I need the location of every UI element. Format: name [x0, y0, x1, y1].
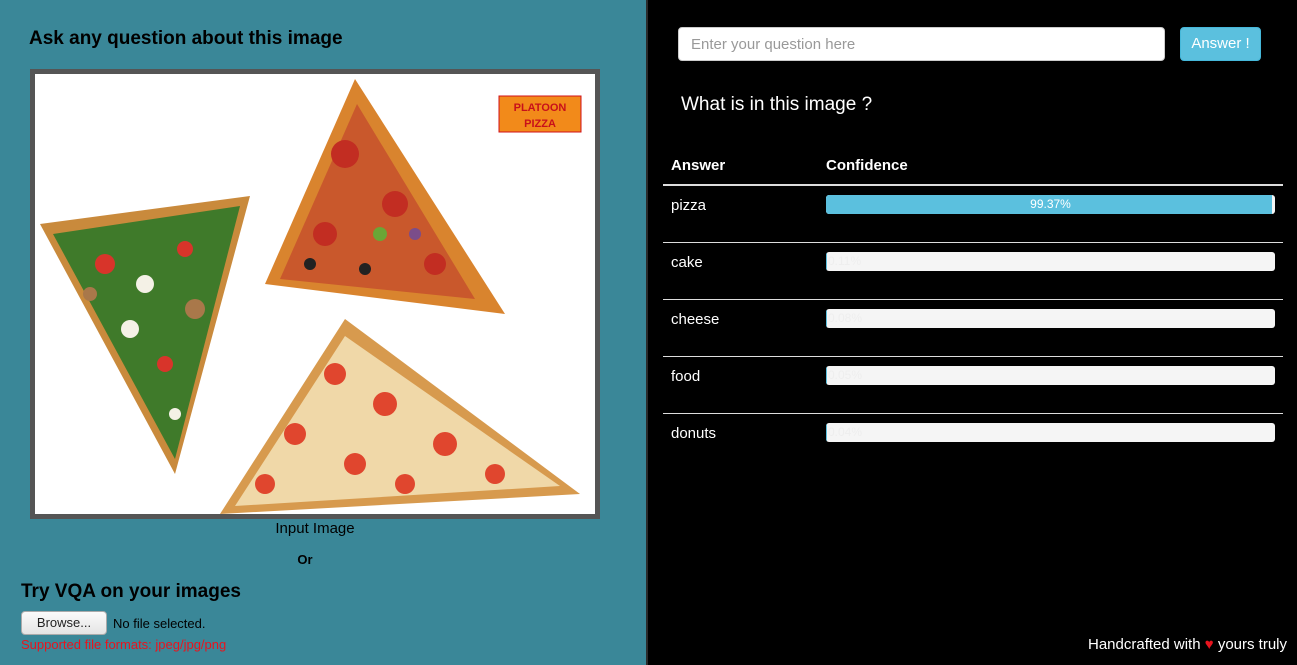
input-image: PLATOON PIZZA — [30, 69, 600, 519]
supported-formats-note: Supported file formats: jpeg/jpg/png — [21, 637, 227, 652]
confidence-label: 0.05% — [828, 368, 863, 382]
answer-button[interactable]: Answer ! — [1180, 27, 1261, 61]
confidence-bar: 0.05% — [826, 366, 1275, 385]
answer-label: donuts — [671, 425, 717, 442]
logo-text-bottom: PIZZA — [524, 118, 556, 130]
footer-suffix: yours truly — [1217, 636, 1287, 653]
footer-prefix: Handcrafted with — [1088, 636, 1201, 653]
pizza-image: PLATOON PIZZA — [35, 74, 595, 514]
confidence-label: 0.11% — [828, 254, 862, 268]
answer-label: food — [671, 368, 701, 385]
footer: Handcrafted with ♥ yours truly — [1088, 636, 1287, 653]
answer-label: cheese — [671, 311, 720, 328]
row-divider — [663, 242, 1283, 243]
answer-label: pizza — [671, 197, 707, 214]
column-header-answer: Answer — [671, 157, 726, 174]
question-input[interactable] — [678, 27, 1165, 61]
browse-button[interactable]: Browse... — [21, 611, 107, 635]
logo-text-top: PLATOON — [514, 102, 567, 114]
confidence-bar: 0.04% — [826, 423, 1275, 442]
file-status: No file selected. — [113, 616, 206, 631]
page-heading: Ask any question about this image — [29, 28, 343, 49]
panel-divider — [646, 0, 648, 665]
current-question: What is in this image ? — [681, 94, 873, 115]
confidence-label: 0.04% — [828, 425, 863, 439]
confidence-bar: 0.11% — [826, 252, 1275, 271]
heart-icon: ♥ — [1204, 636, 1214, 653]
confidence-label: 99.37% — [1030, 197, 1071, 211]
image-caption: Input Image — [275, 520, 355, 537]
left-panel: Ask any question about this image PLATOO… — [0, 0, 646, 665]
row-divider — [663, 299, 1283, 300]
row-divider — [663, 356, 1283, 357]
upload-heading: Try VQA on your images — [21, 581, 241, 602]
table-header-rule — [663, 184, 1283, 186]
confidence-bar: 99.37% — [826, 195, 1275, 214]
or-separator: Or — [297, 552, 313, 567]
row-divider — [663, 413, 1283, 414]
column-header-confidence: Confidence — [826, 157, 908, 174]
answer-label: cake — [671, 254, 703, 271]
confidence-bar: 0.08% — [826, 309, 1275, 328]
confidence-label: 0.08% — [828, 311, 863, 325]
